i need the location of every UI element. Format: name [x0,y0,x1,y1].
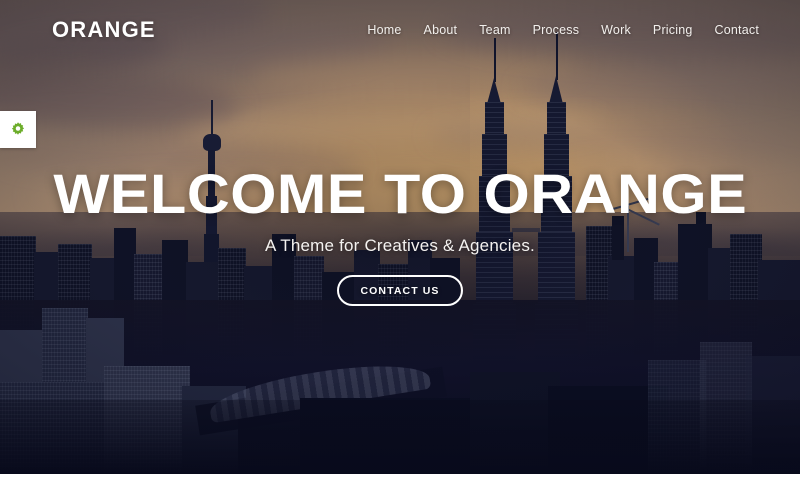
building-antenna [612,216,624,260]
nav-item-team[interactable]: Team [468,23,521,37]
page-root: ORANGE Home About Team Process Work Pric… [0,0,800,500]
nav-item-contact[interactable]: Contact [704,23,770,37]
nav-item-process[interactable]: Process [522,23,591,37]
nav-item-work[interactable]: Work [590,23,642,37]
skybridge [512,228,540,232]
settings-badge[interactable] [0,111,36,148]
gear-icon [11,121,25,135]
page-bottom-strip [0,474,800,500]
building [42,308,88,390]
nav-item-home[interactable]: Home [356,23,412,37]
contact-us-button[interactable]: CONTACT US [337,275,463,306]
main-navigation: Home About Team Process Work Pricing Con… [356,23,770,37]
nav-item-about[interactable]: About [413,23,469,37]
site-header: ORANGE Home About Team Process Work Pric… [0,0,800,60]
hero-background-image [0,0,800,474]
nav-item-pricing[interactable]: Pricing [642,23,704,37]
hero-cta-wrapper: CONTACT US [337,275,463,306]
city-bottom-fade [0,400,800,474]
building-antenna [696,212,706,248]
crane-mast [627,206,629,252]
site-logo[interactable]: ORANGE [52,19,156,41]
